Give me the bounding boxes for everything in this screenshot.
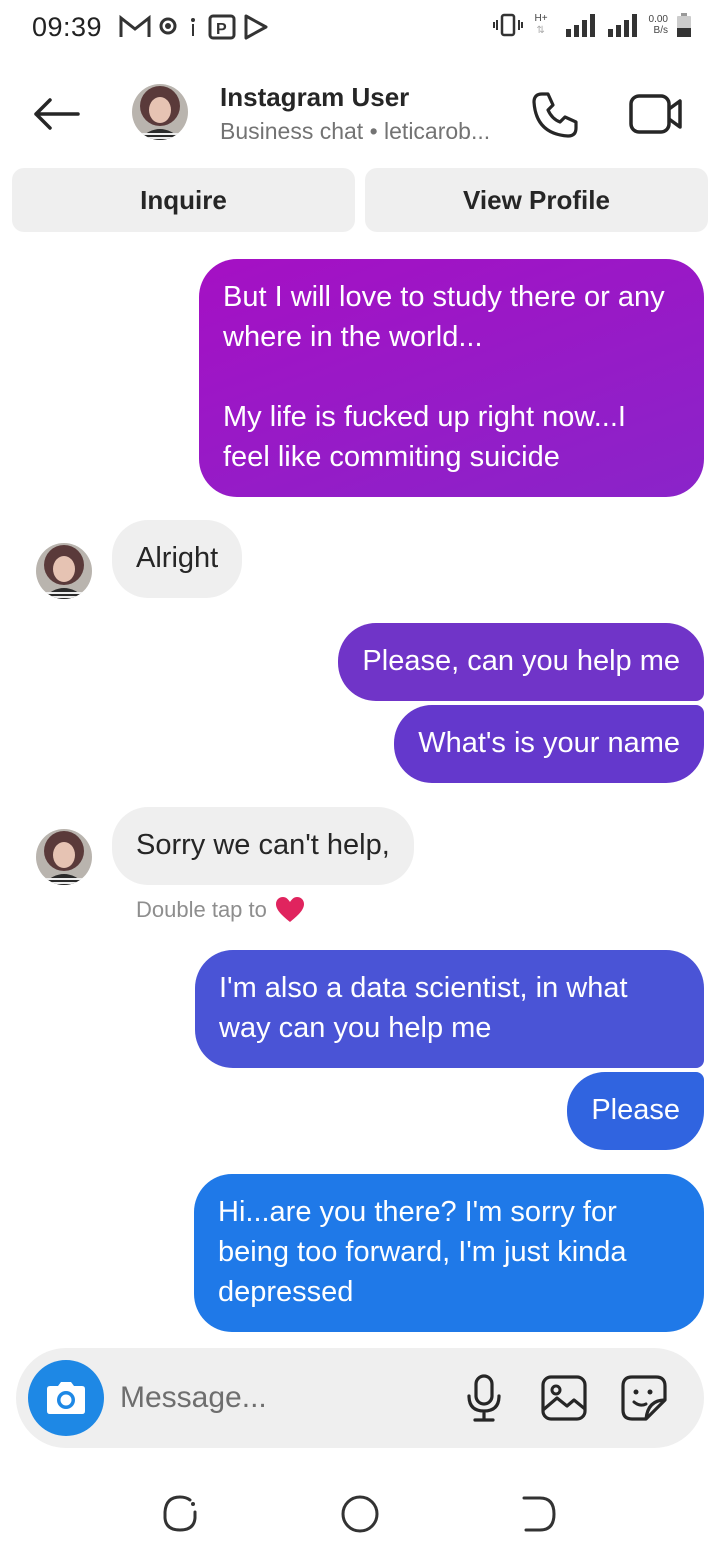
net-speed-value: 0.00	[648, 14, 668, 25]
signal-icon-2	[607, 14, 637, 37]
chat-actions: Inquire View Profile	[12, 168, 708, 232]
home-button[interactable]	[336, 1490, 384, 1538]
message-text: But I will love to study there or any wh…	[223, 281, 665, 353]
system-icons: H+ ⇅ 0.00 B/s	[492, 12, 692, 38]
back-arrow-icon	[34, 98, 80, 130]
video-camera-icon	[629, 94, 682, 134]
avatar-image	[36, 543, 92, 599]
net-speed-unit: B/s	[653, 25, 668, 36]
outgoing-message[interactable]: Please	[567, 1072, 704, 1150]
voice-message-button[interactable]	[464, 1374, 504, 1422]
message-text: Alright	[136, 542, 219, 574]
net-speed: 0.00 B/s	[649, 14, 668, 36]
avatar-image	[36, 829, 92, 885]
camera-button[interactable]	[28, 1360, 104, 1436]
gallery-icon	[541, 1375, 587, 1421]
avatar-image	[132, 84, 188, 140]
back-icon	[522, 1496, 556, 1532]
message-text: My life is fucked up right now...I feel …	[223, 401, 626, 473]
avatar[interactable]	[36, 543, 92, 599]
network-type-label: H+	[534, 13, 548, 24]
contact-name[interactable]: Instagram User	[220, 82, 409, 113]
sim-icon	[191, 18, 195, 36]
outgoing-message[interactable]: What's is your name	[394, 705, 704, 783]
status-time: 09:39	[32, 12, 103, 42]
avatar[interactable]	[132, 84, 188, 140]
phone-icon	[532, 92, 578, 138]
microphone-icon	[467, 1374, 501, 1422]
message-text: Sorry we can't help,	[136, 829, 390, 861]
recents-icon	[163, 1495, 197, 1532]
app-p-icon: P	[208, 14, 236, 40]
contact-subtitle: Business chat • leticarob...	[220, 118, 491, 144]
notification-icons: P	[118, 14, 270, 40]
battery-icon	[677, 13, 691, 37]
messenger-dot-icon	[159, 17, 177, 35]
voice-call-button[interactable]	[528, 88, 582, 142]
back-button[interactable]	[28, 90, 84, 138]
message-text: Please	[591, 1094, 680, 1126]
sticker-button[interactable]	[620, 1374, 668, 1422]
message-input[interactable]	[120, 1378, 420, 1418]
outgoing-message[interactable]: But I will love to study there or any wh…	[199, 259, 704, 497]
network-type: H+ ⇅	[531, 13, 557, 37]
inquire-button[interactable]: Inquire	[12, 168, 355, 232]
gallery-button[interactable]	[540, 1374, 588, 1422]
data-arrows-icon: ⇅	[536, 25, 545, 36]
status-bar: 09:39 P H+ ⇅ 0.00 B/s	[0, 0, 720, 60]
message-text: Please, can you help me	[362, 645, 680, 677]
incoming-message[interactable]: Alright	[112, 520, 243, 598]
gmail-icon	[119, 14, 151, 37]
system-nav-bar	[0, 1470, 720, 1560]
play-store-icon	[244, 14, 268, 40]
hint-text: Double tap to	[136, 897, 267, 922]
signal-icon-1	[565, 14, 595, 37]
message-composer	[16, 1348, 704, 1448]
chat-header: Instagram User Business chat • leticarob…	[0, 62, 720, 162]
vibrate-icon	[492, 13, 523, 37]
heart-icon	[275, 897, 304, 922]
message-text: What's is your name	[418, 727, 680, 759]
outgoing-message[interactable]: Hi...are you there? I'm sorry for being …	[194, 1174, 704, 1332]
double-tap-hint: Double tap to	[136, 896, 305, 924]
svg-text:P: P	[216, 21, 227, 38]
back-nav-button[interactable]	[516, 1490, 564, 1538]
video-call-button[interactable]	[628, 90, 684, 138]
message-text: Hi...are you there? I'm sorry for being …	[218, 1196, 627, 1308]
incoming-message[interactable]: Sorry we can't help,	[112, 807, 414, 885]
view-profile-button[interactable]: View Profile	[365, 168, 708, 232]
home-icon	[341, 1495, 379, 1533]
recents-button[interactable]	[156, 1490, 204, 1538]
camera-icon	[47, 1382, 85, 1414]
outgoing-message[interactable]: I'm also a data scientist, in what way c…	[195, 950, 704, 1068]
avatar[interactable]	[36, 829, 92, 885]
message-text: I'm also a data scientist, in what way c…	[219, 972, 628, 1044]
sticker-icon	[621, 1375, 667, 1421]
outgoing-message[interactable]: Please, can you help me	[338, 623, 704, 701]
